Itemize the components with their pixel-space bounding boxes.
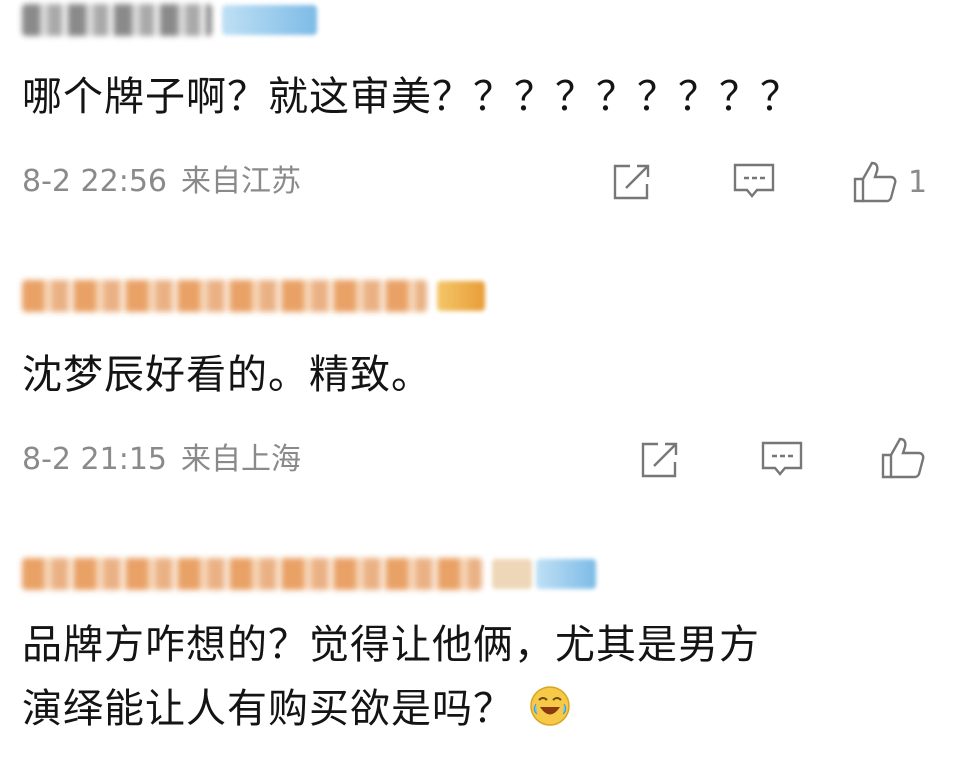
like-count: 1 xyxy=(908,164,928,200)
like-button[interactable] xyxy=(880,436,926,480)
username-blurred[interactable] xyxy=(22,0,317,40)
comment-text-line-1: 品牌方咋想的？觉得让他俩，尤其是男方 xyxy=(22,622,760,668)
username-redacted xyxy=(22,558,482,590)
share-icon xyxy=(613,164,650,200)
comment-text-line-2-content: 演绎能让人有购买欲是吗？ xyxy=(22,686,514,732)
share-button[interactable] xyxy=(610,160,652,204)
comment-button[interactable] xyxy=(760,438,804,482)
comment-time: 8-2 21:15 xyxy=(22,442,167,477)
share-button[interactable] xyxy=(638,438,680,482)
comment-icon xyxy=(733,163,775,198)
user-badge-icon xyxy=(222,5,317,35)
user-badge-icon xyxy=(536,559,596,589)
thumbs-up-icon xyxy=(881,437,925,479)
like-button[interactable]: 1 xyxy=(852,160,927,204)
comment-time: 8-2 22:56 xyxy=(22,164,167,199)
laughing-crying-emoji-icon xyxy=(529,686,570,726)
comment-text: 沈梦辰好看的。精致。 xyxy=(22,352,432,398)
username-blurred[interactable] xyxy=(22,276,485,316)
username-redacted xyxy=(22,4,212,36)
share-icon xyxy=(641,442,678,478)
comment-location: 来自江苏 xyxy=(181,164,301,199)
username-redacted xyxy=(22,280,427,312)
comment-text-line-2: 演绎能让人有购买欲是吗？ xyxy=(22,680,572,738)
comment-location: 来自上海 xyxy=(181,442,301,477)
comment-meta: 8-2 21:15 来自上海 xyxy=(22,438,315,482)
comment-button[interactable] xyxy=(732,160,776,204)
comment-icon xyxy=(761,441,803,476)
username-blurred[interactable] xyxy=(22,554,596,594)
comment-meta: 8-2 22:56 来自江苏 xyxy=(22,160,315,204)
level-badge-icon xyxy=(492,559,532,589)
thumbs-up-icon xyxy=(853,161,897,203)
comment-text: 哪个牌子啊？就这审美？？？？？？？？？ xyxy=(22,74,801,120)
vip-badge-icon xyxy=(437,281,485,311)
